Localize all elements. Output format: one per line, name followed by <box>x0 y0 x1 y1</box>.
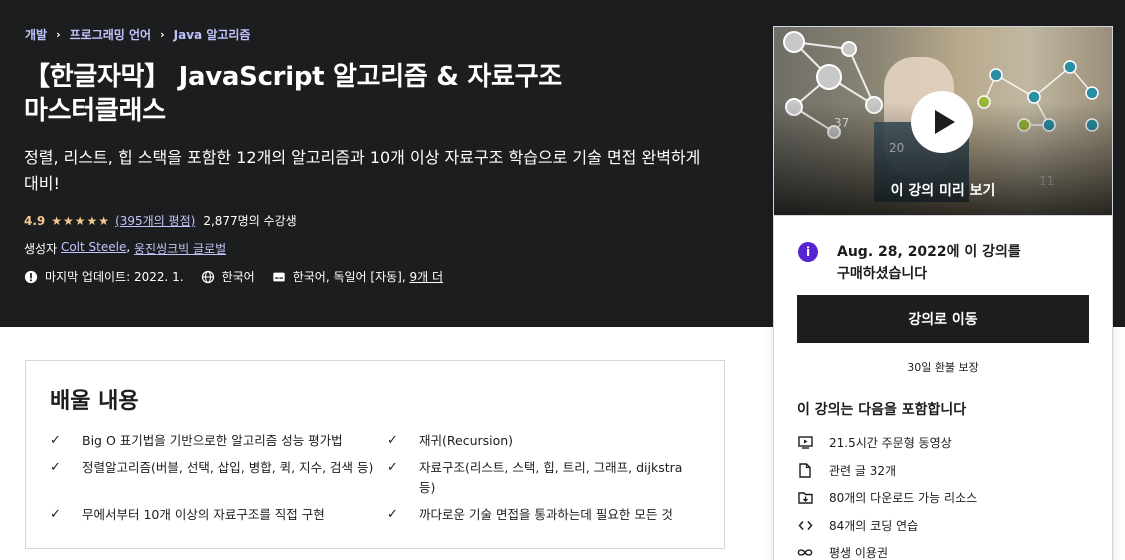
rating-row: 4.9 ★★★★★ (395개의 평점) 2,877명의 수강생 <box>24 212 297 229</box>
go-to-course-button[interactable]: 강의로 이동 <box>797 295 1089 343</box>
update-alert-icon <box>24 270 38 283</box>
course-subtitle: 정렬, 리스트, 힙 스택을 포함한 12개의 알고리즘과 10개 이상 자료구… <box>24 148 701 193</box>
infinity-icon <box>797 545 813 560</box>
breadcrumb-item-development[interactable]: 개발 <box>25 26 47 43</box>
refund-guarantee: 30일 환불 보장 <box>907 361 979 374</box>
creator-label: 생성자 <box>24 242 58 256</box>
chevron-right-icon: › <box>56 28 61 41</box>
play-button[interactable] <box>911 91 973 153</box>
check-icon: ✓ <box>50 433 61 448</box>
includes-list: 21.5시간 주문형 동영상 관련 글 32개 80개의 다운로드 가능 리소스… <box>797 429 977 560</box>
list-item: 21.5시간 주문형 동영상 <box>797 429 977 457</box>
list-item: 평생 이용권 <box>797 539 977 560</box>
chevron-right-icon: › <box>160 28 165 41</box>
play-icon <box>934 110 955 134</box>
file-icon <box>797 462 813 478</box>
breadcrumb: 개발 › 프로그래밍 언어 › Java 알고리즘 <box>25 26 250 43</box>
learn-list: ✓ Big O 표기법을 기반으로한 알고리즘 성능 평가법 ✓ 재귀(Recu… <box>50 431 700 525</box>
breadcrumb-item-programming-languages[interactable]: 프로그래밍 언어 <box>70 26 151 43</box>
list-item: 80개의 다운로드 가능 리소스 <box>797 484 977 512</box>
purchase-sidebar: 37 20 11 이 강의 미리 보기 i Aug. 28, 2022에 이 강… <box>773 26 1113 560</box>
captions-more-link[interactable]: 9개 더 <box>409 268 443 285</box>
learn-title: 배울 내용 <box>50 389 139 414</box>
what-you-will-learn: 배울 내용 ✓ Big O 표기법을 기반으로한 알고리즘 성능 평가법 ✓ 재… <box>25 360 725 549</box>
list-item: ✓ 무에서부터 10개 이상의 자료구조를 직접 구현 <box>50 505 387 525</box>
check-icon: ✓ <box>50 507 61 522</box>
ratings-link[interactable]: (395개의 평점) <box>115 212 195 229</box>
globe-icon <box>201 270 214 283</box>
course-meta: 마지막 업데이트: 2022. 1. 한국어 한국어, 독일어 [자동], 9개… <box>24 268 460 285</box>
list-item: ✓ 자료구조(리스트, 스택, 힙, 트리, 그래프, dijkstra 등) <box>387 458 687 498</box>
video-icon <box>797 435 813 451</box>
student-count: 2,877명의 수강생 <box>203 214 297 228</box>
captions-icon <box>273 272 285 281</box>
captions-list: 한국어, 독일어 [자동], <box>292 270 406 284</box>
code-icon <box>797 517 813 533</box>
list-item: ✓ 재귀(Recursion) <box>387 431 687 451</box>
info-icon: i <box>798 242 818 262</box>
creator-row: 생성자 Colt Steele, 웅진씽크빅 글로벌 <box>24 240 227 257</box>
purchase-notice: i Aug. 28, 2022에 이 강의를 구매하셨습니다 <box>798 241 1077 285</box>
list-item: 84개의 코딩 연습 <box>797 512 977 540</box>
list-item: ✓ 정렬알고리즘(버블, 선택, 삽입, 병합, 퀵, 지수, 검색 등) <box>50 458 387 498</box>
creator-link-colt-steele[interactable]: Colt Steele <box>61 240 126 257</box>
preview-label: 이 강의 미리 보기 <box>890 183 996 199</box>
check-icon: ✓ <box>387 507 398 522</box>
last-updated: 마지막 업데이트: 2022. 1. <box>45 270 184 284</box>
list-item: ✓ Big O 표기법을 기반으로한 알고리즘 성능 평가법 <box>50 431 387 451</box>
course-title: 【한글자막】 JavaScript 알고리즘 & 자료구조 마스터클래스 <box>24 62 562 126</box>
check-icon: ✓ <box>50 460 61 475</box>
rating-value: 4.9 <box>24 213 46 228</box>
list-item: 관련 글 32개 <box>797 457 977 485</box>
star-rating-icon: ★★★★★ <box>51 213 111 228</box>
includes-title: 이 강의는 다음을 포함합니다 <box>797 402 967 418</box>
course-preview[interactable]: 37 20 11 이 강의 미리 보기 <box>774 27 1112 216</box>
breadcrumb-item-java-algorithms[interactable]: Java 알고리즘 <box>174 26 251 43</box>
creator-link-woongjin[interactable]: 웅진씽크빅 글로벌 <box>134 240 226 257</box>
purchase-date: Aug. 28, 2022 <box>837 244 947 260</box>
check-icon: ✓ <box>387 460 398 475</box>
course-language: 한국어 <box>221 270 255 284</box>
check-icon: ✓ <box>387 433 398 448</box>
download-folder-icon <box>797 490 813 506</box>
list-item: ✓ 까다로운 기술 면접을 통과하는데 필요한 모든 것 <box>387 505 687 525</box>
